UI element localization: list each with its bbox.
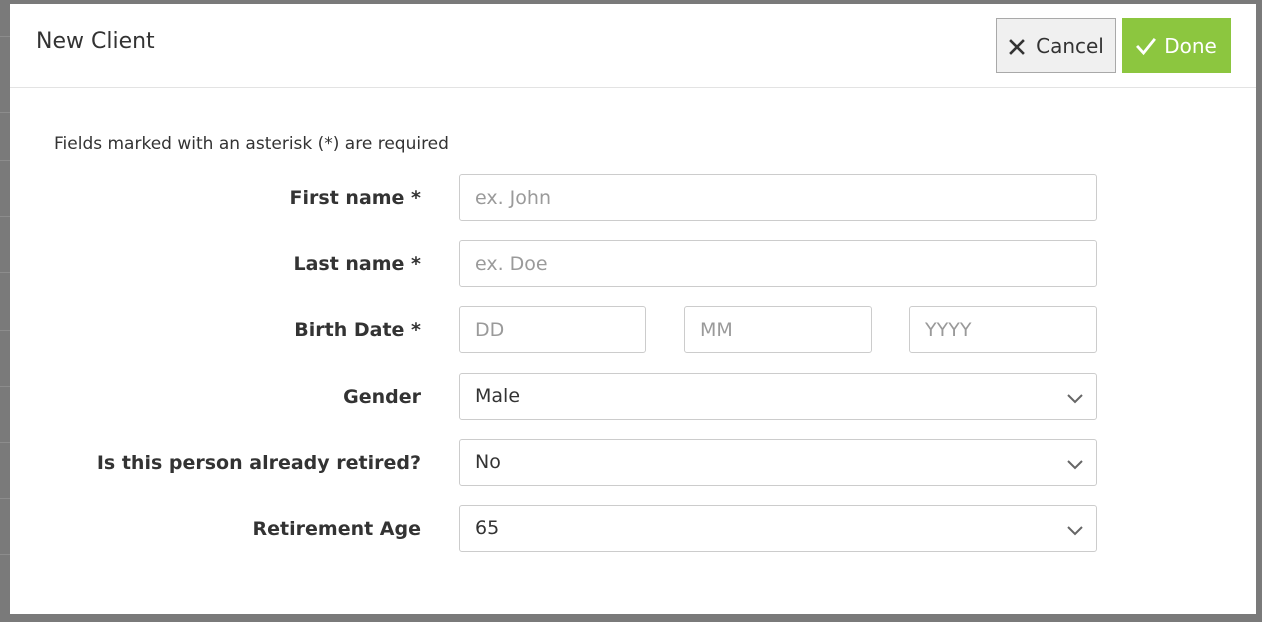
last-name-row: Last name * bbox=[10, 240, 1256, 288]
first-name-row: First name * bbox=[10, 174, 1256, 222]
retired-label: Is this person already retired? bbox=[96, 452, 421, 474]
chevron-down-icon bbox=[1066, 455, 1084, 473]
retirement-age-row: Retirement Age 65 bbox=[10, 505, 1256, 553]
retired-select[interactable]: No bbox=[459, 439, 1097, 486]
required-fields-note: Fields marked with an asterisk (*) are r… bbox=[54, 134, 449, 154]
gender-label: Gender bbox=[343, 386, 421, 408]
first-name-label: First name * bbox=[289, 187, 421, 209]
birth-day-input[interactable] bbox=[459, 306, 646, 353]
retired-select-value: No bbox=[475, 451, 501, 473]
last-name-label: Last name * bbox=[293, 253, 421, 275]
retirement-age-select-value: 65 bbox=[475, 517, 500, 539]
retirement-age-label: Retirement Age bbox=[252, 518, 421, 540]
retired-row: Is this person already retired? No bbox=[10, 439, 1256, 487]
gender-row: Gender Male bbox=[10, 373, 1256, 421]
done-button-label: Done bbox=[1164, 33, 1217, 58]
cancel-button[interactable]: Cancel bbox=[996, 18, 1116, 73]
birth-year-input[interactable] bbox=[909, 306, 1097, 353]
cancel-button-label: Cancel bbox=[1036, 33, 1104, 58]
gender-select[interactable]: Male bbox=[459, 373, 1097, 420]
first-name-input[interactable] bbox=[459, 174, 1097, 221]
dialog-header: New Client Cancel Done bbox=[10, 4, 1256, 88]
done-button[interactable]: Done bbox=[1122, 18, 1231, 73]
dialog-title: New Client bbox=[36, 29, 155, 54]
birth-date-row: Birth Date * bbox=[10, 306, 1256, 354]
birth-date-label: Birth Date * bbox=[294, 319, 421, 341]
birth-month-input[interactable] bbox=[684, 306, 872, 353]
new-client-dialog: New Client Cancel Done Fields marked wit… bbox=[10, 4, 1256, 614]
close-icon bbox=[1008, 37, 1026, 55]
retirement-age-select[interactable]: 65 bbox=[459, 505, 1097, 552]
chevron-down-icon bbox=[1066, 389, 1084, 407]
check-icon bbox=[1136, 37, 1157, 55]
chevron-down-icon bbox=[1066, 521, 1084, 539]
gender-select-value: Male bbox=[475, 385, 521, 407]
last-name-input[interactable] bbox=[459, 240, 1097, 287]
